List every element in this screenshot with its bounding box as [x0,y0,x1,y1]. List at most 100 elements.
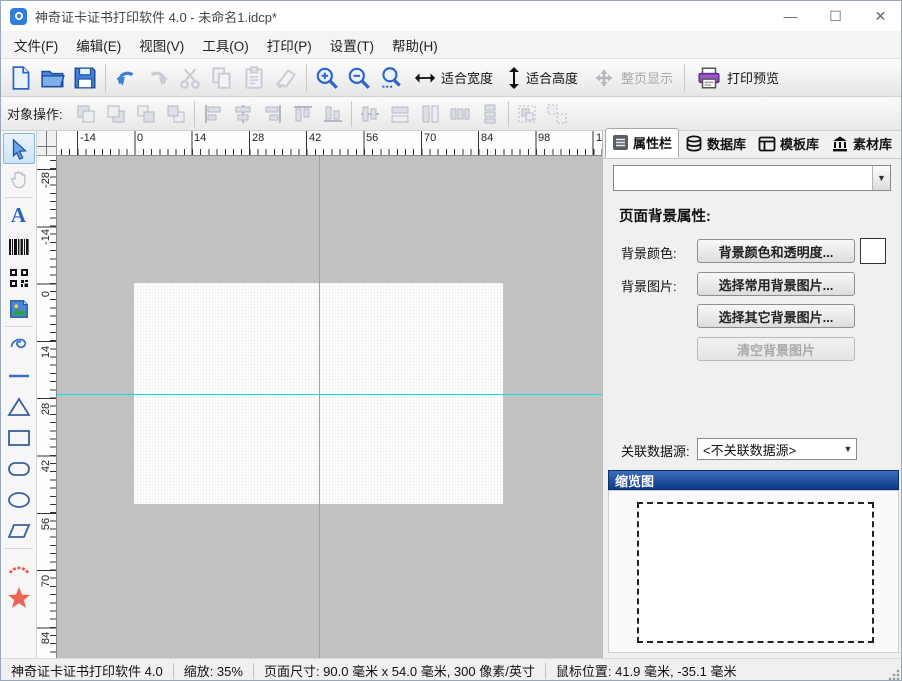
tab-templates[interactable]: 模板库 [752,130,825,158]
triangle-icon [7,397,31,417]
line-tool-button[interactable] [3,360,35,391]
cut-button[interactable] [174,62,206,94]
window-title: 神奇证卡证书打印软件 4.0 - 未命名1.idcp* [35,7,277,26]
app-icon [10,8,27,25]
align-top-button[interactable] [288,100,318,128]
panel-tabbar: 属性栏 数据库 模板库 素材库 [603,131,902,159]
object-selector-combobox[interactable]: ▼ [613,165,891,191]
h-ruler-label: 84 [481,132,493,144]
star-icon [7,586,31,609]
undo-button[interactable] [110,62,142,94]
bring-to-front-button[interactable] [71,100,101,128]
copy-button[interactable] [206,62,238,94]
minimize-button[interactable]: — [768,1,813,31]
redo-button[interactable] [142,62,174,94]
ellipse-tool-button[interactable] [3,484,35,515]
save-button[interactable] [69,62,101,94]
align-right-button[interactable] [258,100,288,128]
select-common-bg-button[interactable]: 选择常用背景图片... [697,272,855,296]
send-to-back-button[interactable] [101,100,131,128]
paste-button[interactable] [238,62,270,94]
barcode-tool-button[interactable] [3,231,35,262]
zoom-out-button[interactable] [343,62,375,94]
barcode-icon [8,237,30,257]
delete-button[interactable] [270,62,302,94]
menu-view[interactable]: 视图(V) [130,31,193,59]
align-hcenter-button[interactable] [228,100,258,128]
bring-forward-button[interactable] [131,100,161,128]
design-canvas[interactable] [57,156,602,658]
properties-grid-icon [612,134,629,151]
tab-materials[interactable]: 素材库 [825,130,898,158]
bg-color-swatch[interactable] [860,238,886,264]
menu-print[interactable]: 打印(P) [258,31,321,59]
group-icon [516,103,538,125]
pan-tool-button[interactable] [3,164,35,195]
seal-tool-button[interactable] [3,551,35,582]
equal-width-button[interactable] [385,100,415,128]
thumbnail-page-preview[interactable] [637,502,874,643]
print-preview-button[interactable]: 打印预览 [689,62,786,94]
triangle-tool-button[interactable] [3,391,35,422]
chevron-down-icon: ▼ [840,444,856,454]
ungroup-button[interactable] [542,100,572,128]
tab-database[interactable]: 数据库 [679,130,752,158]
text-tool-button[interactable]: A [3,200,35,231]
menu-tools[interactable]: 工具(O) [193,31,258,59]
close-button[interactable]: ✕ [858,1,902,31]
section-title: 页面背景属性: [619,205,711,226]
maximize-button[interactable]: ☐ [813,1,858,31]
align-vcenter-button[interactable] [355,100,385,128]
menu-settings[interactable]: 设置(T) [321,31,383,59]
send-backward-button[interactable] [161,100,191,128]
resize-grip-icon[interactable] [887,668,901,681]
menu-edit[interactable]: 编辑(E) [67,31,130,59]
curve-tool-button[interactable] [3,329,35,360]
star-tool-button[interactable] [3,582,35,613]
fit-width-button[interactable]: 适合宽度 [407,62,500,94]
clear-bg-button[interactable]: 清空背景图片 [697,337,855,361]
group-button[interactable] [512,100,542,128]
v-ruler-label: -14 [40,227,52,247]
thumbnail-area [608,490,899,653]
zoom-ratio-button[interactable] [375,62,407,94]
tab-properties[interactable]: 属性栏 [605,128,679,158]
chevron-down-icon[interactable]: ▼ [872,166,890,190]
distribute-v-button[interactable] [475,100,505,128]
bring-to-front-icon [75,103,97,125]
h-ruler-label: 42 [309,132,321,144]
distribute-h-button[interactable] [445,100,475,128]
print-preview-label: 打印预览 [727,68,779,87]
tab-templates-label: 模板库 [780,134,819,153]
print-preview-icon [696,65,722,91]
menu-help[interactable]: 帮助(H) [383,31,447,59]
rectangle-tool-button[interactable] [3,422,35,453]
datasource-value: <不关联数据源> [698,440,840,459]
menu-file[interactable]: 文件(F) [5,31,67,59]
datasource-select[interactable]: <不关联数据源> ▼ [697,438,857,460]
parallelogram-tool-button[interactable] [3,515,35,546]
align-bottom-button[interactable] [318,100,348,128]
select-other-bg-button[interactable]: 选择其它背景图片... [697,304,855,328]
fit-page-button[interactable]: 整页显示 [585,62,680,94]
new-file-button[interactable] [5,62,37,94]
fit-height-button[interactable]: 适合高度 [500,62,585,94]
qrcode-tool-button[interactable] [3,262,35,293]
zoom-in-button[interactable] [311,62,343,94]
open-file-button[interactable] [37,62,69,94]
zoom-in-icon [314,65,340,91]
object-toolbar: 对象操作: [1,97,902,131]
status-zoom: 缩放: 35% [174,661,253,680]
v-ruler-label: 42 [40,456,52,476]
equal-height-button[interactable] [415,100,445,128]
image-tool-button[interactable] [3,293,35,324]
bring-forward-icon [135,103,157,125]
bg-color-button[interactable]: 背景颜色和透明度... [697,239,855,263]
select-tool-button[interactable] [3,133,35,164]
align-left-button[interactable] [198,100,228,128]
rounded-rect-tool-button[interactable] [3,453,35,484]
menu-bar: 文件(F) 编辑(E) 视图(V) 工具(O) 打印(P) 设置(T) 帮助(H… [1,31,902,59]
select-arrow-icon [8,138,30,160]
right-panel: 属性栏 数据库 模板库 素材库 ▼ 页面背景属性: 背景颜色: 背景颜色和透明度… [602,131,902,658]
app-window: 神奇证卡证书打印软件 4.0 - 未命名1.idcp* — ☐ ✕ 文件(F) … [0,0,902,681]
